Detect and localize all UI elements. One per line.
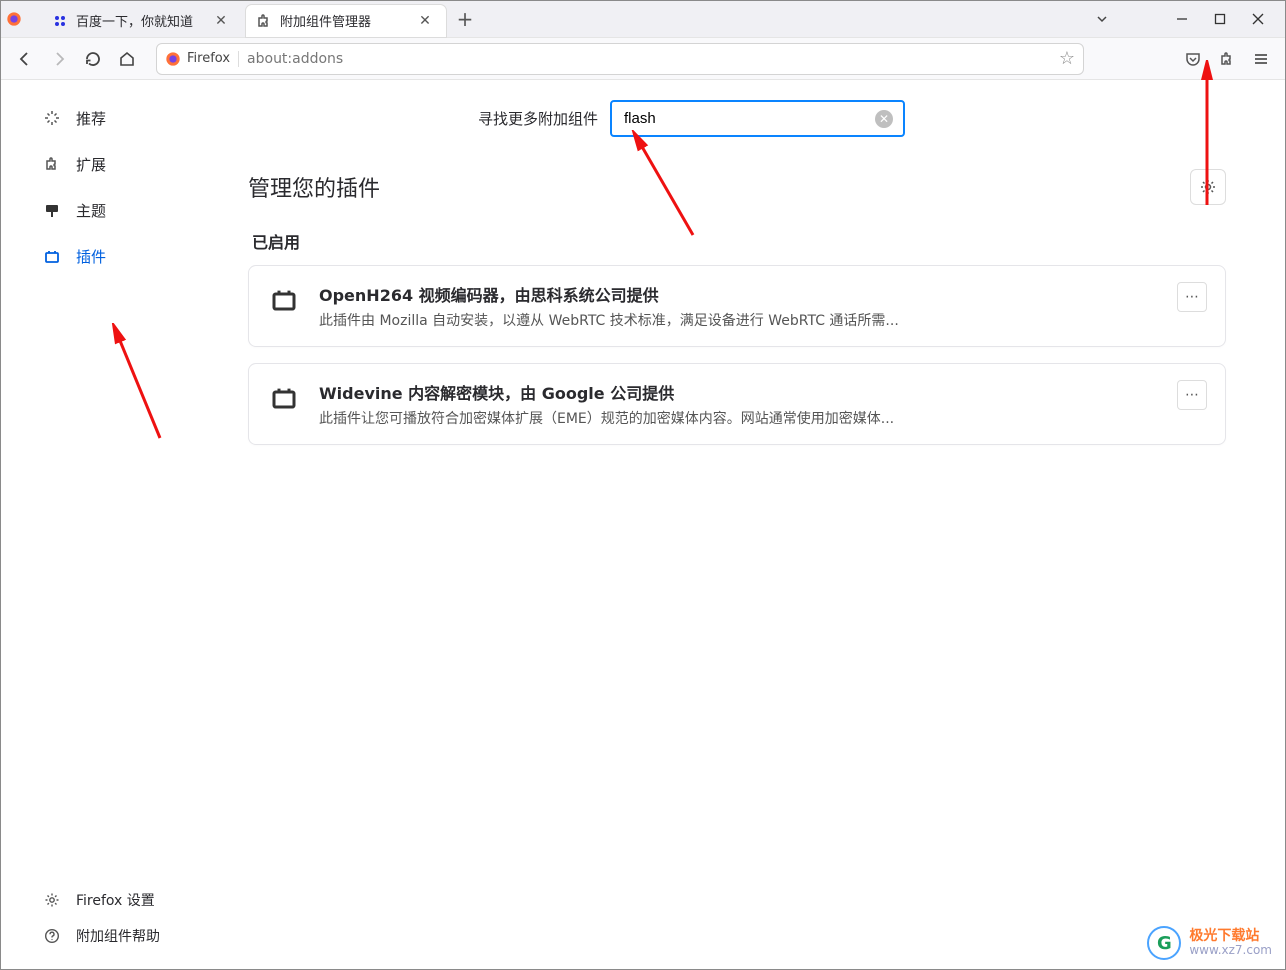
sidebar-item-extensions[interactable]: 扩展	[36, 144, 242, 184]
back-button[interactable]	[8, 42, 42, 76]
search-label: 寻找更多附加组件	[478, 108, 598, 129]
firefox-icon	[6, 11, 22, 27]
window-maximize[interactable]	[1202, 4, 1238, 34]
plugin-card[interactable]: OpenH264 视频编码器，由思科系统公司提供 此插件由 Mozilla 自动…	[248, 265, 1226, 347]
reload-button[interactable]	[76, 42, 110, 76]
sidebar-item-help[interactable]: 附加组件帮助	[36, 920, 242, 952]
page-title: 管理您的插件	[248, 171, 1190, 203]
watermark: G 极光下载站 www.xz7.com	[1147, 926, 1272, 960]
sidebar-item-recommend[interactable]: 推荐	[36, 98, 242, 138]
puzzle-icon	[42, 154, 62, 174]
pocket-button[interactable]	[1176, 42, 1210, 76]
clear-search-button[interactable]: ✕	[875, 110, 893, 128]
watermark-logo: G	[1147, 926, 1181, 960]
tab-close-button[interactable]: ✕	[414, 10, 436, 32]
plugin-icon	[42, 246, 62, 266]
url-bar[interactable]: Firefox about:addons ☆	[156, 43, 1084, 75]
sidebar-label: Firefox 设置	[76, 890, 155, 910]
baidu-favicon	[52, 13, 68, 29]
url-prefix-label: Firefox	[187, 51, 230, 66]
sidebar-label: 扩展	[76, 154, 106, 175]
extensions-toolbar-button[interactable]	[1210, 42, 1244, 76]
sidebar-label: 附加组件帮助	[76, 926, 160, 946]
forward-button[interactable]	[42, 42, 76, 76]
sidebar-item-themes[interactable]: 主题	[36, 190, 242, 230]
sidebar-label: 推荐	[76, 108, 106, 129]
tab-baidu[interactable]: 百度一下，你就知道 ✕	[42, 5, 242, 37]
addon-search-input[interactable]	[622, 109, 867, 128]
window-close[interactable]	[1240, 4, 1276, 34]
puzzle-icon	[256, 13, 272, 29]
plugin-more-button[interactable]: ⋯	[1177, 282, 1207, 312]
addons-settings-button[interactable]	[1190, 169, 1226, 205]
question-icon	[42, 926, 62, 946]
addon-search-box[interactable]: ✕	[610, 100, 905, 137]
url-text: about:addons	[247, 51, 1051, 67]
app-menu-button[interactable]	[1244, 42, 1278, 76]
plugin-icon	[267, 380, 301, 414]
home-button[interactable]	[110, 42, 144, 76]
tab-addons[interactable]: 附加组件管理器 ✕	[246, 5, 446, 37]
plugin-icon	[267, 282, 301, 316]
window-minimize[interactable]	[1164, 4, 1200, 34]
sidebar: 推荐 扩展 主题 插件 Firefox 设置 附加组件帮助	[0, 80, 248, 970]
sidebar-item-settings[interactable]: Firefox 设置	[36, 884, 242, 916]
plugin-name: Widevine 内容解密模块，由 Google 公司提供	[319, 380, 1159, 404]
section-enabled: 已启用	[252, 229, 1226, 253]
main-panel: 寻找更多附加组件 ✕ 管理您的插件 已启用 OpenH264 视频编码器，由思科…	[248, 80, 1286, 970]
sparkle-icon	[42, 108, 62, 128]
plugin-card[interactable]: Widevine 内容解密模块，由 Google 公司提供 此插件让您可播放符合…	[248, 363, 1226, 445]
sidebar-item-plugins[interactable]: 插件	[36, 236, 242, 276]
paint-icon	[42, 200, 62, 220]
plugin-description: 此插件让您可播放符合加密媒体扩展（EME）规范的加密媒体内容。网站通常使用加密媒…	[319, 408, 1159, 428]
tab-title: 百度一下，你就知道	[76, 11, 202, 30]
watermark-url: www.xz7.com	[1189, 944, 1272, 957]
url-identity[interactable]: Firefox	[165, 51, 239, 67]
bookmark-button[interactable]: ☆	[1059, 48, 1075, 69]
watermark-brand: 极光下载站	[1189, 929, 1272, 944]
toolbar: Firefox about:addons ☆	[0, 38, 1286, 80]
plugin-name: OpenH264 视频编码器，由思科系统公司提供	[319, 282, 1159, 306]
tab-strip: 百度一下，你就知道 ✕ 附加组件管理器 ✕ +	[0, 0, 1286, 38]
plugin-description: 此插件由 Mozilla 自动安装，以遵从 WebRTC 技术标准，满足设备进行…	[319, 310, 1159, 330]
new-tab-button[interactable]: +	[450, 4, 480, 34]
sidebar-label: 插件	[76, 246, 106, 267]
tab-title: 附加组件管理器	[280, 11, 406, 30]
sidebar-label: 主题	[76, 200, 106, 221]
plugin-more-button[interactable]: ⋯	[1177, 380, 1207, 410]
tab-close-button[interactable]: ✕	[210, 10, 232, 32]
tab-list-button[interactable]	[1084, 4, 1120, 34]
addons-content: 推荐 扩展 主题 插件 Firefox 设置 附加组件帮助	[0, 80, 1286, 970]
gear-icon	[42, 890, 62, 910]
